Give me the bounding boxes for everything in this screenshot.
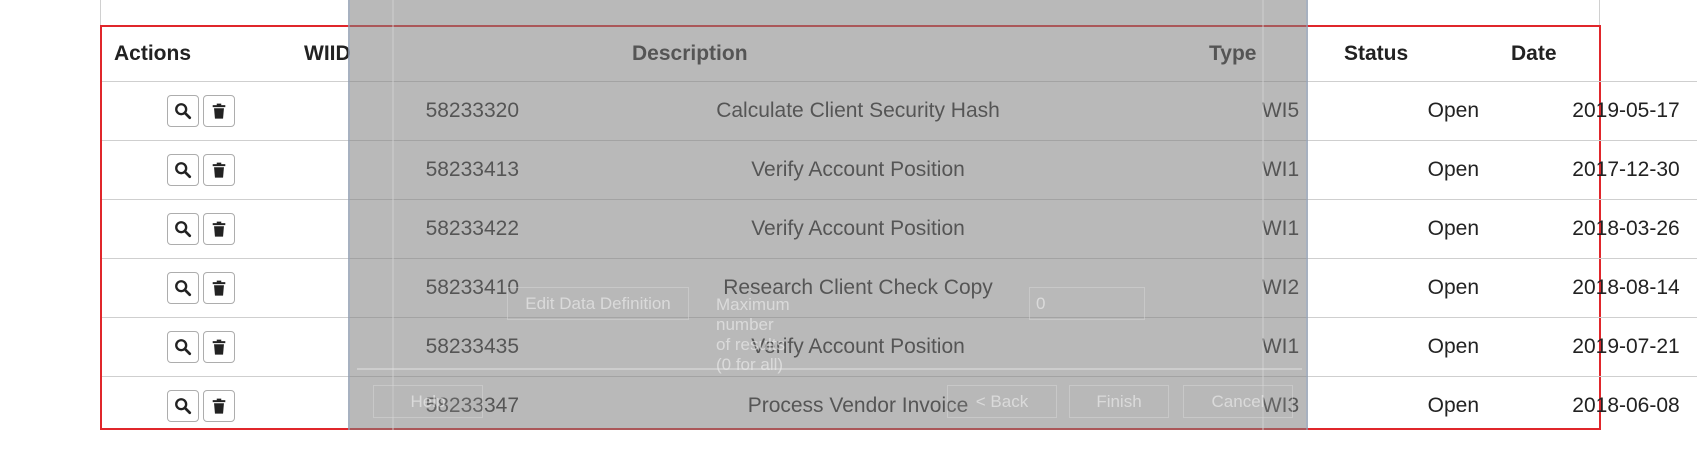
- header-description[interactable]: Description: [519, 27, 1197, 82]
- row-actions: [102, 140, 299, 200]
- edit-data-definition-button[interactable]: Edit Data Definition: [507, 287, 689, 320]
- cell-description: Verify Account Position: [519, 140, 1197, 200]
- table-row[interactable]: 58233320 Calculate Client Security Hash WI…: [102, 81, 1697, 141]
- view-button[interactable]: [166, 390, 199, 422]
- cell-description: Verify Account Position: [519, 199, 1197, 259]
- trash-icon: [210, 338, 228, 356]
- max-results-label: Maximum number of results (0 for all): [716, 295, 790, 374]
- trash-icon: [210, 102, 228, 120]
- delete-button[interactable]: [202, 213, 235, 245]
- cell-date: 2018-03-26: [1484, 199, 1697, 259]
- search-icon: [174, 279, 192, 297]
- cell-date: 2017-12-30: [1484, 140, 1697, 200]
- header-actions: Actions: [102, 27, 299, 82]
- back-button[interactable]: < Back: [947, 385, 1057, 418]
- view-button[interactable]: [166, 331, 199, 363]
- trash-icon: [210, 279, 228, 297]
- cell-date: 2018-06-08: [1572, 394, 1680, 417]
- delete-button[interactable]: [202, 154, 235, 186]
- view-button[interactable]: [166, 95, 199, 127]
- cell-type: WI1: [1197, 199, 1344, 259]
- cell-wiid: 58233413: [299, 140, 519, 200]
- table-row[interactable]: 58233422 Verify Account Position WI1 Open 20…: [102, 199, 1697, 259]
- cell-wiid: 58233320: [299, 81, 519, 141]
- search-icon: [174, 397, 192, 415]
- header-wiid[interactable]: WIID: [299, 27, 519, 82]
- cell-description: Calculate Client Security Hash: [519, 81, 1197, 141]
- search-icon: [174, 220, 192, 238]
- search-icon: [174, 102, 192, 120]
- dialog-separator: [357, 368, 1302, 370]
- cell-status: Open: [1344, 258, 1484, 318]
- table-row[interactable]: 58233410 Research Client Check Copy WI2 Ope…: [102, 258, 1697, 318]
- view-button[interactable]: [166, 272, 199, 304]
- header-date[interactable]: Date: [1484, 27, 1697, 82]
- work-items-table: Actions WIID Description Type Status Dat…: [102, 27, 1697, 435]
- cell-status: Open: [1344, 199, 1484, 259]
- finish-button[interactable]: Finish: [1069, 385, 1169, 418]
- row-actions: [102, 377, 299, 436]
- trash-icon: [210, 220, 228, 238]
- cell-status: Open: [1427, 394, 1479, 417]
- cell-wiid: 58233410: [299, 258, 519, 318]
- header-status[interactable]: Status: [1344, 27, 1484, 82]
- trash-icon: [210, 397, 228, 415]
- row-actions: [102, 258, 299, 318]
- cell-wiid: 58233422: [299, 199, 519, 259]
- cell-status: Open: [1344, 140, 1484, 200]
- help-button[interactable]: Help: [373, 385, 483, 418]
- header-type[interactable]: Type: [1197, 27, 1344, 82]
- row-actions: [102, 199, 299, 259]
- search-icon: [174, 338, 192, 356]
- cell-type: WI5: [1197, 81, 1344, 141]
- delete-button[interactable]: [202, 390, 235, 422]
- view-button[interactable]: [166, 154, 199, 186]
- row-actions: [102, 81, 299, 141]
- cell-type: WI1: [1197, 140, 1344, 200]
- cancel-button[interactable]: Cancel: [1183, 385, 1293, 418]
- cell-status: Open: [1344, 81, 1484, 141]
- delete-button[interactable]: [202, 331, 235, 363]
- cell-date: 2019-05-17: [1484, 81, 1697, 141]
- cell-date: 2018-08-14: [1484, 258, 1697, 318]
- delete-button[interactable]: [202, 95, 235, 127]
- table-header-row: Actions WIID Description Type Status Dat…: [102, 27, 1697, 82]
- delete-button[interactable]: [202, 272, 235, 304]
- table-row[interactable]: 58233413 Verify Account Position WI1 Open 20…: [102, 140, 1697, 200]
- search-icon: [174, 161, 192, 179]
- table-row[interactable]: 58233347 Process Vendor Invoice WI3 Open 201…: [102, 377, 1697, 436]
- cell-status: Open: [1344, 317, 1484, 377]
- row-actions: [102, 317, 299, 377]
- max-results-input[interactable]: [1029, 287, 1145, 320]
- cell-type: WI2: [1197, 258, 1344, 318]
- trash-icon: [210, 161, 228, 179]
- cell-date: 2019-07-21: [1484, 317, 1697, 377]
- page-frame: [100, 0, 1600, 26]
- view-button[interactable]: [166, 213, 199, 245]
